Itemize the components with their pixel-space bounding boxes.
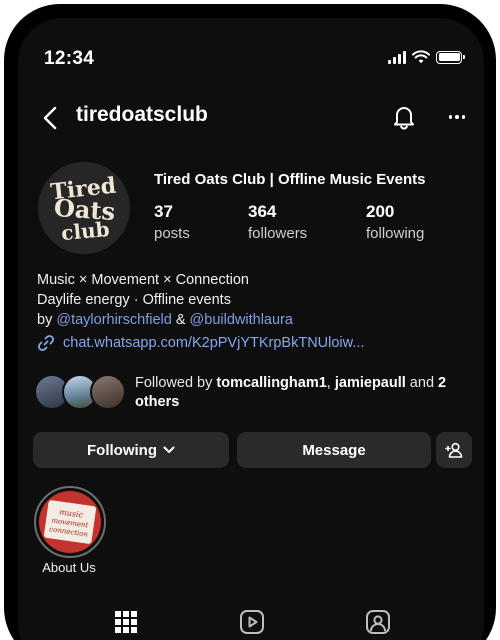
message-button[interactable]: Message (237, 432, 431, 468)
conjunction: and (405, 375, 439, 391)
posts-count: 37 (154, 202, 173, 221)
notifications-button[interactable] (390, 102, 418, 132)
mutual-followers-avatars[interactable] (34, 374, 130, 410)
reels-icon (240, 610, 264, 634)
grid-icon (115, 611, 137, 633)
avatar (90, 374, 126, 410)
more-options-button[interactable] (442, 102, 472, 132)
bio-line: Music × Movement × Connection (37, 272, 249, 288)
following-stat[interactable]: 200 following (366, 202, 424, 242)
profile-header: tiredoatsclub (18, 98, 484, 138)
suggested-users-button[interactable] (436, 432, 472, 468)
profile-display-name: Tired Oats Club | Offline Music Events (154, 171, 426, 188)
profile-bio: Music × Movement × Connection Daylife en… (37, 270, 293, 330)
signal-icon (388, 50, 406, 64)
chevron-left-icon (43, 106, 57, 130)
logo-word-3: club (60, 217, 110, 245)
mutual-user: jamiepaull (334, 375, 406, 391)
tab-posts-grid[interactable] (66, 602, 186, 640)
followers-count: 364 (248, 202, 277, 221)
story-highlight[interactable]: music movement connection (34, 486, 106, 558)
separator: , (326, 375, 335, 391)
phone-frame: 12:34 tiredoatsclub Tired Oats club Tire… (4, 4, 496, 640)
mention-link[interactable]: @taylorhirschfield (56, 312, 171, 328)
bio-line: Daylife energy · Offline events (37, 292, 231, 308)
following-label: following (366, 225, 425, 242)
followed-by-text[interactable]: Followed by tomcallingham1, jamiepaull a… (135, 374, 465, 412)
posts-label: posts (154, 225, 190, 242)
tired-oats-logo: Tired Oats club (38, 162, 130, 254)
bio-credits: by @taylorhirschfield & @buildwithlaura (37, 310, 293, 330)
followed-by-prefix: Followed by (135, 375, 217, 391)
highlight-cover-art: music movement connection (43, 500, 97, 544)
following-label: Following (87, 441, 157, 459)
profile-avatar[interactable]: Tired Oats club (38, 162, 130, 254)
followers-label: followers (248, 225, 308, 242)
link-icon (38, 335, 54, 351)
tagged-person-icon (366, 610, 390, 634)
profile-tabs (18, 602, 484, 640)
bell-icon (394, 107, 414, 130)
message-label: Message (302, 441, 366, 459)
profile-screen: 12:34 tiredoatsclub Tired Oats club Tire… (18, 18, 484, 640)
profile-username: tiredoatsclub (76, 103, 208, 126)
status-icons (388, 50, 465, 64)
followers-stat[interactable]: 364 followers (248, 202, 307, 242)
status-time: 12:34 (44, 48, 95, 69)
bio-link-text: chat.whatsapp.com/K2pPVjYTKrpBkTNUloiw..… (63, 335, 365, 351)
bio-external-link[interactable]: chat.whatsapp.com/K2pPVjYTKrpBkTNUloiw..… (37, 334, 364, 352)
tab-reels[interactable] (192, 602, 312, 640)
chevron-down-icon (163, 446, 175, 453)
posts-stat[interactable]: 37 posts (154, 202, 190, 242)
add-person-icon (445, 442, 463, 458)
following-button[interactable]: Following (33, 432, 229, 468)
back-button[interactable] (38, 102, 62, 134)
following-count: 200 (366, 202, 395, 221)
bio-by-prefix: by (37, 312, 57, 328)
wifi-icon (412, 50, 430, 64)
mutual-user: tomcallingham1 (216, 375, 327, 391)
highlight-cover: music movement connection (39, 491, 101, 553)
battery-icon (436, 50, 465, 64)
highlight-label: About Us (42, 560, 96, 575)
more-dots-icon (448, 115, 453, 119)
mention-link[interactable]: @buildwithlaura (190, 312, 293, 328)
bio-ampersand: & (171, 312, 190, 328)
tab-tagged[interactable] (318, 602, 438, 640)
